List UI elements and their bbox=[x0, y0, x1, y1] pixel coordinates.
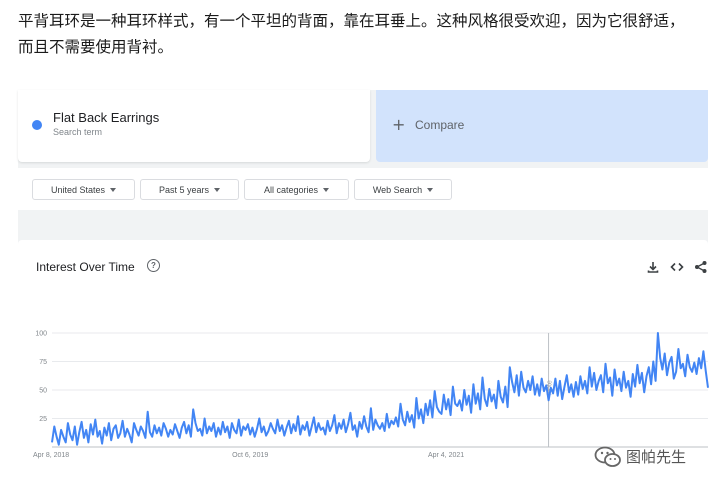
x-tick-label: Oct 6, 2019 bbox=[232, 452, 268, 459]
wechat-icon bbox=[594, 446, 621, 467]
series-line bbox=[51, 332, 709, 446]
y-tick-label: 50 bbox=[39, 388, 47, 395]
interest-chart: Note 255075100Apr 8, 2018 Oct 6, 2019 Apr … bbox=[33, 331, 709, 460]
x-tick-label: Apr 4, 2021 bbox=[428, 452, 464, 459]
x-tick-label: Apr 8, 2018 bbox=[33, 452, 69, 459]
chart-labels: 25 50 75 100 Apr 8, 2018 Oct 6, 2019 Apr 4, 20… bbox=[33, 331, 464, 460]
y-tick-label: 75 bbox=[39, 359, 47, 366]
y-tick-label: 25 bbox=[39, 416, 47, 423]
watermark-text: 图帕先生 bbox=[626, 448, 687, 466]
y-tick-label: 100 bbox=[35, 331, 47, 338]
